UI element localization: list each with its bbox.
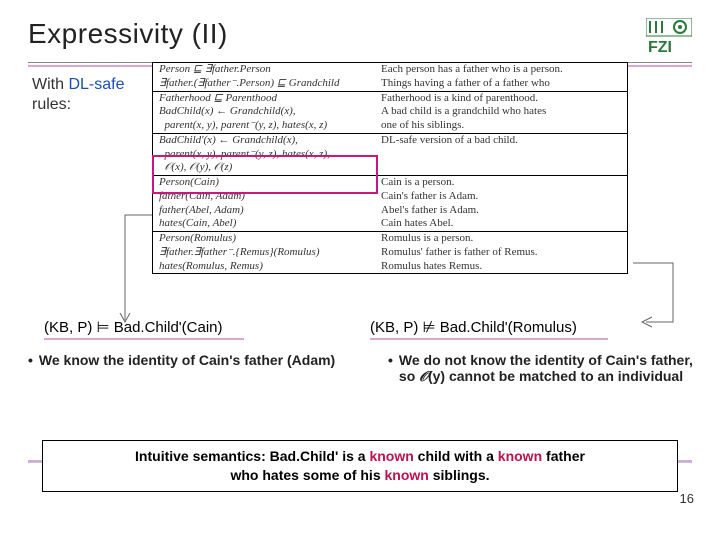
- slide: Expressivity (II) FZI With DL-safe rules…: [0, 0, 720, 540]
- table-row: Person ⊑ ∃father.Person∃father.(∃father⁻…: [153, 63, 627, 91]
- bullet-icon: •: [28, 352, 33, 386]
- kb-gloss: Fatherhood is a kind of parenthood.A bad…: [375, 91, 627, 133]
- kb-formula: BadChild'(x) ← Grandchild(x), parent(x, …: [153, 133, 375, 175]
- kb-formula: Person(Cain)father(Cain, Adam)father(Abe…: [153, 176, 375, 232]
- bullet-left-text: We know the identity of Cain's father (A…: [39, 352, 335, 386]
- bullet-right-text: We do not know the identity of Cain's fa…: [399, 352, 700, 386]
- entailment-row: (KB, P) ⊨ Bad.Child'(Cain) (KB, P) ⊭ Bad…: [0, 318, 720, 340]
- table-row: Person(Romulus)∃father.∃father⁻.{Remus}(…: [153, 232, 627, 274]
- bullet-right: • We do not know the identity of Cain's …: [360, 352, 720, 386]
- kb-formula: Person ⊑ ∃father.Person∃father.(∃father⁻…: [153, 63, 375, 91]
- fzi-logo-icon: FZI: [646, 18, 692, 56]
- subtitle-pre: With: [32, 76, 68, 93]
- table-row: BadChild'(x) ← Grandchild(x), parent(x, …: [153, 133, 627, 175]
- kb-formula: Person(Romulus)∃father.∃father⁻.{Remus}(…: [153, 232, 375, 274]
- title-row: Expressivity (II) FZI: [28, 18, 692, 56]
- entail-left-text: (KB, P) ⊨ Bad.Child'(Cain): [44, 319, 222, 336]
- kb-gloss: DL-safe version of a bad child.: [375, 133, 627, 175]
- dlsafe-term: DL-safe: [68, 76, 124, 93]
- kb-gloss: Each person has a father who is a person…: [375, 63, 627, 91]
- entailment-left: (KB, P) ⊨ Bad.Child'(Cain): [0, 318, 360, 340]
- underline-accent: [370, 338, 608, 340]
- arrow-left-icon: [110, 210, 160, 330]
- subtitle-post: rules:: [32, 96, 71, 113]
- table-row: Fatherhood ⊑ ParenthoodBadChild(x) ← Gra…: [153, 91, 627, 133]
- kb-formula: Fatherhood ⊑ ParenthoodBadChild(x) ← Gra…: [153, 91, 375, 133]
- svg-text:FZI: FZI: [648, 39, 672, 56]
- entail-right-text: (KB, P) ⊭ Bad.Child'(Romulus): [370, 319, 577, 336]
- bullets-row: • We know the identity of Cain's father …: [0, 352, 720, 386]
- knowledge-table: Person ⊑ ∃father.Person∃father.(∃father⁻…: [152, 62, 628, 274]
- bullet-left: • We know the identity of Cain's father …: [0, 352, 360, 386]
- page-number: 16: [680, 491, 694, 506]
- kb-gloss: Romulus is a person.Romulus' father is f…: [375, 232, 627, 274]
- summary-box: Intuitive semantics: Bad.Child' is a kno…: [42, 440, 678, 492]
- table-row: Person(Cain)father(Cain, Adam)father(Abe…: [153, 176, 627, 232]
- entailment-right: (KB, P) ⊭ Bad.Child'(Romulus): [360, 318, 720, 340]
- underline-accent: [44, 338, 244, 340]
- page-title: Expressivity (II): [28, 18, 228, 50]
- bullet-icon: •: [388, 352, 393, 386]
- kb-gloss: Cain is a person.Cain's father is Adam.A…: [375, 176, 627, 232]
